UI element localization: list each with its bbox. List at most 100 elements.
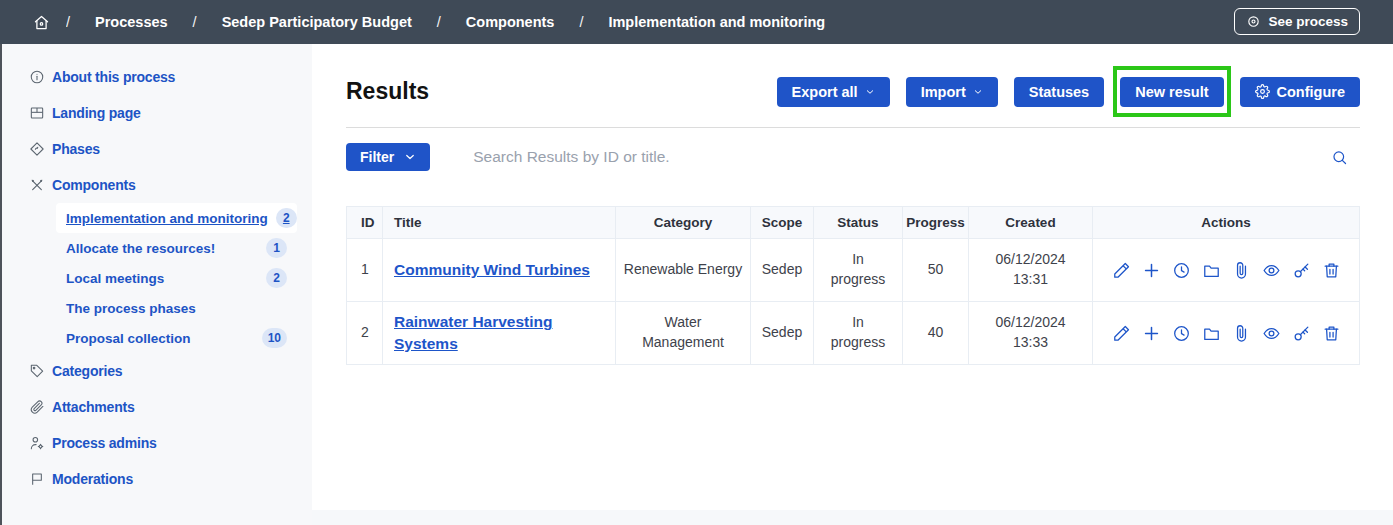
- preview-icon: [1246, 14, 1261, 29]
- flag-icon: [29, 471, 45, 487]
- count-badge: 2: [276, 208, 297, 228]
- export-all-button[interactable]: Export all: [777, 77, 890, 107]
- folder-icon[interactable]: [1202, 324, 1221, 343]
- filter-row: Filter: [346, 143, 1360, 171]
- see-process-button[interactable]: See process: [1234, 8, 1360, 35]
- cell-scope: Sedep: [751, 302, 814, 365]
- new-result-button[interactable]: New result: [1120, 77, 1223, 107]
- sidebar-item-phases[interactable]: Phases: [0, 131, 312, 167]
- paperclip-icon: [29, 399, 45, 415]
- col-header-actions: Actions: [1093, 207, 1360, 239]
- breadcrumb-process-name[interactable]: Sedep Participatory Budget: [222, 14, 412, 30]
- preview-icon[interactable]: [1262, 261, 1281, 280]
- delete-icon[interactable]: [1322, 261, 1341, 280]
- attachment-icon[interactable]: [1232, 261, 1251, 280]
- sidebar-item-moderations[interactable]: Moderations: [0, 461, 312, 497]
- add-icon[interactable]: [1142, 324, 1161, 343]
- col-header-id: ID: [347, 207, 383, 239]
- sidebar: About this process Landing page Phases C…: [0, 44, 312, 525]
- col-header-progress: Progress: [903, 207, 969, 239]
- breadcrumb-current[interactable]: Implementation and monitoring: [608, 14, 825, 30]
- col-header-scope: Scope: [751, 207, 814, 239]
- edit-icon[interactable]: [1112, 324, 1131, 343]
- import-button[interactable]: Import: [906, 77, 998, 107]
- cell-progress: 50: [903, 239, 969, 302]
- sidebar-item-about[interactable]: About this process: [0, 59, 312, 95]
- breadcrumb-processes[interactable]: Processes: [95, 14, 168, 30]
- results-table: ID Title Category Scope Status Progress …: [346, 206, 1360, 365]
- user-gear-icon: [29, 435, 45, 451]
- history-icon[interactable]: [1172, 324, 1191, 343]
- tag-icon: [29, 363, 45, 379]
- cell-category: Water Management: [616, 302, 751, 365]
- cell-status: In progress: [814, 302, 903, 365]
- cell-progress: 40: [903, 302, 969, 365]
- sidebar-subitem-implementation-and-monitoring[interactable]: Implementation and monitoring 2: [56, 203, 297, 233]
- breadcrumb-separator: /: [66, 14, 70, 30]
- breadcrumb: / Processes / Sedep Participatory Budget…: [0, 14, 825, 31]
- phases-icon: [29, 141, 45, 157]
- table-row: 2 Rainwater Harvesting Systems Water Man…: [347, 302, 1360, 365]
- chevron-down-icon: [865, 87, 875, 97]
- breadcrumb-separator: /: [437, 14, 441, 30]
- breadcrumb-separator: /: [193, 14, 197, 30]
- sidebar-item-categories[interactable]: Categories: [0, 353, 312, 389]
- chevron-down-icon: [973, 87, 983, 97]
- col-header-created: Created: [969, 207, 1093, 239]
- table-header-row: ID Title Category Scope Status Progress …: [347, 207, 1360, 239]
- edit-icon[interactable]: [1112, 261, 1131, 280]
- breadcrumb-components[interactable]: Components: [466, 14, 555, 30]
- row-actions: [1093, 324, 1359, 343]
- col-header-status: Status: [814, 207, 903, 239]
- col-header-category: Category: [616, 207, 751, 239]
- page-title: Results: [346, 78, 429, 105]
- filter-button[interactable]: Filter: [346, 143, 430, 171]
- table-row: 1 Community Wind Turbines Renewable Ener…: [347, 239, 1360, 302]
- main-content: Results Export all Import Statuses N: [312, 44, 1393, 510]
- sidebar-item-landing-page[interactable]: Landing page: [0, 95, 312, 131]
- sidebar-subitem-allocate-the-resources[interactable]: Allocate the resources! 1: [56, 233, 297, 263]
- sidebar-item-process-admins[interactable]: Process admins: [0, 425, 312, 461]
- sidebar-subitem-the-process-phases[interactable]: The process phases: [56, 293, 297, 323]
- history-icon[interactable]: [1172, 261, 1191, 280]
- attachment-icon[interactable]: [1232, 324, 1251, 343]
- cell-status: In progress: [814, 239, 903, 302]
- cell-id: 2: [347, 302, 383, 365]
- sidebar-item-components[interactable]: Components: [0, 167, 312, 203]
- search-icon[interactable]: [1331, 149, 1348, 166]
- toolbar: Export all Import Statuses New result: [777, 77, 1360, 107]
- breadcrumb-separator: /: [579, 14, 583, 30]
- statuses-button[interactable]: Statuses: [1014, 77, 1104, 107]
- delete-icon[interactable]: [1322, 324, 1341, 343]
- col-header-title: Title: [383, 207, 616, 239]
- folder-icon[interactable]: [1202, 261, 1221, 280]
- cell-created: 06/12/202413:31: [969, 239, 1093, 302]
- permissions-key-icon[interactable]: [1292, 324, 1311, 343]
- home-icon[interactable]: [33, 14, 50, 31]
- components-submenu: Implementation and monitoring 2 Allocate…: [56, 203, 297, 353]
- row-actions: [1093, 261, 1359, 280]
- search-input[interactable]: [473, 148, 1331, 166]
- cell-category: Renewable Energy: [616, 239, 751, 302]
- sidebar-subitem-proposal-collection[interactable]: Proposal collection 10: [56, 323, 297, 353]
- preview-icon[interactable]: [1262, 324, 1281, 343]
- tools-icon: [29, 177, 45, 193]
- count-badge: 2: [266, 268, 287, 288]
- divider: [346, 127, 1360, 128]
- chevron-down-icon: [404, 151, 416, 163]
- sidebar-item-attachments[interactable]: Attachments: [0, 389, 312, 425]
- window-edge: [0, 44, 2, 525]
- result-title-link[interactable]: Rainwater Harvesting Systems: [394, 313, 553, 352]
- permissions-key-icon[interactable]: [1292, 261, 1311, 280]
- topbar: / Processes / Sedep Participatory Budget…: [0, 0, 1393, 44]
- count-badge: 1: [266, 238, 287, 258]
- cell-scope: Sedep: [751, 239, 814, 302]
- cell-created: 06/12/202413:33: [969, 302, 1093, 365]
- cell-id: 1: [347, 239, 383, 302]
- add-icon[interactable]: [1142, 261, 1161, 280]
- sidebar-subitem-local-meetings[interactable]: Local meetings 2: [56, 263, 297, 293]
- result-title-link[interactable]: Community Wind Turbines: [394, 261, 590, 278]
- count-badge: 10: [262, 328, 287, 348]
- configure-button[interactable]: Configure: [1240, 77, 1360, 107]
- info-icon: [29, 69, 45, 85]
